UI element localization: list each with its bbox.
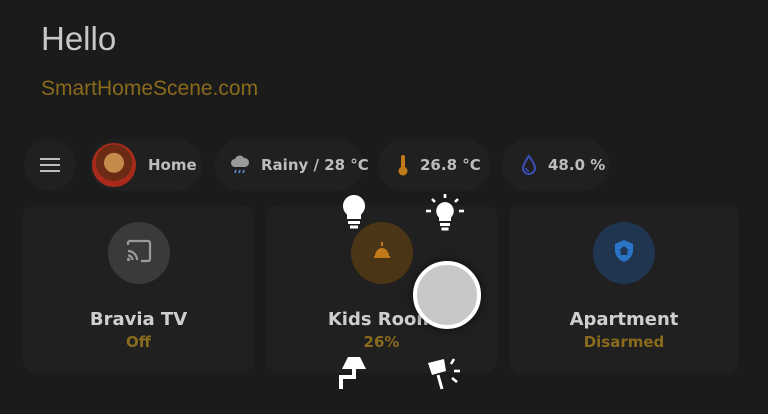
floor-lamp-icon[interactable] (336, 355, 370, 396)
card-name: Bravia TV (89, 309, 188, 330)
lamp-off-icon[interactable] (424, 355, 466, 396)
shield-home-icon (613, 239, 635, 268)
radial-menu-center-button[interactable] (413, 261, 481, 329)
site-subtitle: SmartHomeScene.com (41, 77, 259, 100)
card-apartment[interactable]: Apartment Disarmed (509, 205, 739, 373)
card-icon-circle (593, 222, 655, 284)
card-bravia-tv[interactable]: Bravia TV Off (23, 205, 254, 373)
card-state: Off (126, 333, 151, 351)
avatar (92, 143, 136, 187)
cast-icon (125, 239, 153, 268)
humidity-chip[interactable]: 48.0 % (502, 139, 609, 191)
menu-chip[interactable] (24, 139, 76, 191)
rain-cloud-icon (229, 154, 251, 176)
temperature-chip[interactable]: 26.8 °C (378, 139, 490, 191)
person-label: Home (148, 156, 197, 174)
card-icon-circle (107, 222, 170, 284)
card-name: Apartment (569, 309, 679, 330)
ceiling-light-icon (371, 240, 393, 267)
water-drop-icon (520, 154, 538, 176)
card-state: Disarmed (583, 333, 665, 351)
temperature-label: 26.8 °C (420, 156, 481, 174)
person-chip[interactable]: Home (90, 139, 202, 191)
card-state: 26% (363, 333, 400, 351)
humidity-label: 48.0 % (548, 156, 606, 174)
menu-icon (40, 154, 60, 176)
lightbulb-on-icon[interactable] (424, 193, 466, 240)
lightbulb-icon[interactable] (339, 193, 369, 236)
greeting-title: Hello (41, 20, 117, 57)
thermometer-icon (396, 153, 410, 177)
weather-chip[interactable]: Rainy / 28 °C (215, 139, 369, 191)
weather-label: Rainy / 28 °C (261, 156, 369, 174)
